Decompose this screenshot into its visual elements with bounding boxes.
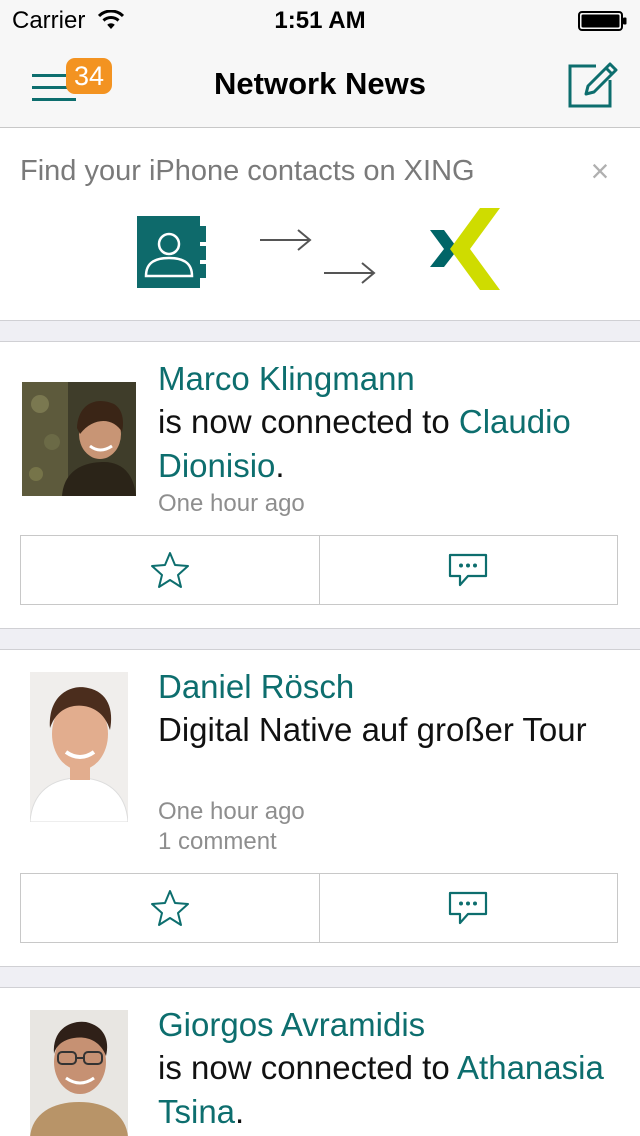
avatar[interactable] <box>30 672 128 822</box>
status-text: Digital Native auf großer Tour <box>158 711 587 748</box>
feed-item: Marco Klingmann is now connected to Clau… <box>0 341 640 629</box>
notification-badge: 34 <box>66 58 112 94</box>
timestamp: One hour ago <box>158 798 305 825</box>
arrow-right-icon <box>324 262 376 284</box>
section-separator <box>0 967 640 987</box>
author-name[interactable]: Daniel Rösch <box>158 668 354 706</box>
like-button[interactable] <box>21 536 319 604</box>
comment-button[interactable] <box>318 874 618 942</box>
comment-button[interactable] <box>318 536 618 604</box>
avatar[interactable] <box>30 1010 128 1136</box>
comment-icon <box>449 891 488 925</box>
arrow-right-icon <box>260 229 312 251</box>
action-bar <box>20 873 618 943</box>
comment-icon <box>449 553 488 587</box>
xing-logo-icon <box>430 208 500 290</box>
menu-button[interactable]: 34 <box>22 54 112 114</box>
compose-button[interactable] <box>566 58 618 110</box>
contacts-banner[interactable]: Find your iPhone contacts on XING × <box>0 129 640 321</box>
author-name[interactable]: Marco Klingmann <box>158 360 415 398</box>
star-icon <box>150 890 189 926</box>
feed-item: Giorgos Avramidis is now connected to At… <box>0 987 640 1136</box>
status-bar: Carrier 1:51 AM <box>0 0 640 40</box>
navigation-bar: 34 Network News <box>0 40 640 128</box>
section-separator <box>0 629 640 649</box>
action-bar <box>20 535 618 605</box>
avatar[interactable] <box>22 382 136 496</box>
battery-icon <box>578 11 627 31</box>
banner-text: Find your iPhone contacts on XING <box>20 155 475 187</box>
close-icon[interactable]: × <box>584 155 616 187</box>
comment-count[interactable]: 1 comment <box>158 828 277 856</box>
timestamp: One hour ago <box>158 490 305 517</box>
star-icon <box>150 552 189 588</box>
contacts-book-icon <box>137 216 206 288</box>
clock: 1:51 AM <box>274 7 366 34</box>
activity-text: is now connected to Claudio Dionisio. <box>158 403 571 484</box>
author-name[interactable]: Giorgos Avramidis <box>158 1006 425 1044</box>
section-separator <box>0 321 640 341</box>
like-button[interactable] <box>21 874 319 942</box>
feed-item: Daniel Rösch Digital Native auf großer T… <box>0 649 640 967</box>
activity-text: is now connected to Athanasia Tsina. <box>158 1049 604 1130</box>
